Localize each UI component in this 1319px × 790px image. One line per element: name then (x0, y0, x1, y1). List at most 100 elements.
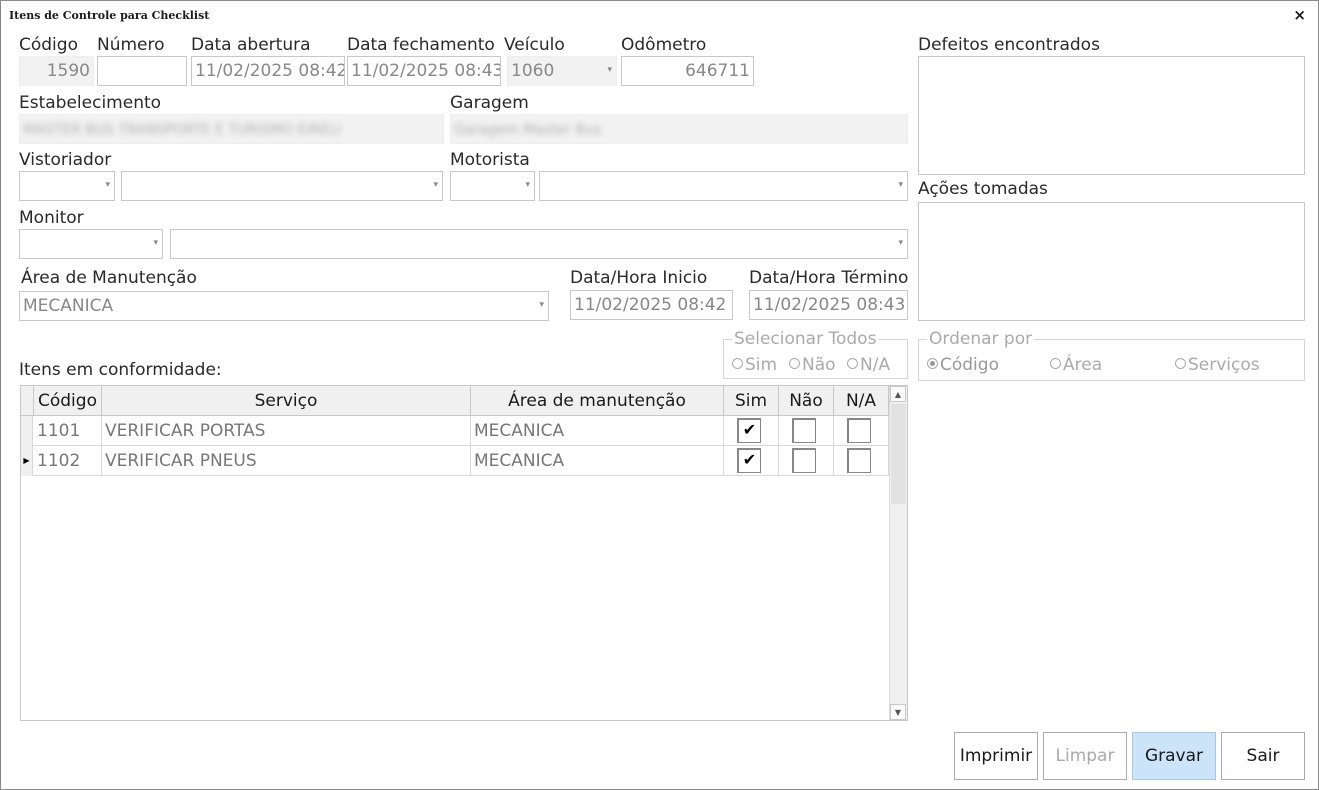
chevron-down-icon: ▾ (525, 180, 530, 190)
selecionar-todos-group: Selecionar Todos Sim Não N/A (723, 329, 908, 379)
chevron-down-icon: ▾ (539, 300, 544, 310)
scroll-thumb[interactable] (891, 404, 906, 504)
row-indicator (21, 416, 33, 446)
sim-checkbox[interactable]: ✔ (737, 418, 761, 443)
estabelecimento-label: Estabelecimento (19, 93, 162, 113)
grid-scrollbar[interactable]: ▲ ▼ (889, 386, 907, 720)
chevron-down-icon: ▾ (105, 180, 110, 190)
row-servico: VERIFICAR PORTAS (102, 416, 471, 446)
garagem-label: Garagem (450, 93, 529, 113)
header-servico[interactable]: Serviço (102, 386, 471, 416)
area-manutencao-label: Área de Manutenção (21, 268, 197, 288)
data-hora-inicio-label: Data/Hora Inicio (570, 268, 708, 288)
header-sim[interactable]: Sim (724, 386, 779, 416)
header-area[interactable]: Área de manutenção (471, 386, 724, 416)
ordenar-por-group: Ordenar por Código Área Serviços (918, 329, 1305, 381)
row-area: MECANICA (471, 446, 724, 476)
row-servico: VERIFICAR PNEUS (102, 446, 471, 476)
row-codigo: 1101 (34, 416, 102, 446)
chevron-down-icon: ▾ (898, 180, 903, 190)
data-hora-inicio-field[interactable]: 11/02/2025 08:42 (570, 290, 733, 320)
row-na-cell (834, 446, 889, 476)
chevron-down-icon: ▾ (153, 238, 158, 248)
radio-selected-icon (927, 358, 938, 369)
na-checkbox[interactable] (847, 448, 871, 473)
numero-label: Número (97, 35, 165, 55)
codigo-label: Código (19, 35, 78, 55)
header-codigo[interactable]: Código (34, 386, 102, 416)
monitor-label: Monitor (19, 208, 84, 228)
radio-icon (732, 358, 743, 369)
grid-header: Código Serviço Área de manutenção Sim Nã… (21, 386, 889, 416)
radio-icon (789, 358, 800, 369)
row-codigo: 1102 (34, 446, 102, 476)
checklist-window: Itens de Controle para Checklist × Códig… (0, 0, 1319, 790)
vistoriador-label: Vistoriador (19, 150, 112, 170)
veiculo-value: 1060 (511, 61, 555, 81)
motorista-code-select[interactable]: ▾ (450, 171, 535, 201)
selecionar-nao-radio[interactable]: Não (789, 355, 836, 375)
close-icon[interactable]: × (1293, 6, 1306, 24)
veiculo-select[interactable]: 1060 ▾ (507, 56, 617, 86)
garagem-value: Garagem Master Bus (454, 122, 602, 138)
selecionar-na-label: N/A (860, 355, 891, 375)
selecionar-sim-label: Sim (745, 355, 778, 375)
vistoriador-name-select[interactable]: ▾ (121, 171, 443, 201)
odometro-field: 646711 (621, 56, 754, 86)
sim-checkbox[interactable]: ✔ (737, 448, 761, 473)
data-abertura-label: Data abertura (191, 35, 311, 55)
area-manutencao-select[interactable]: MECANICA ▾ (19, 291, 549, 321)
row-sim-cell: ✔ (724, 446, 779, 476)
nao-checkbox[interactable] (792, 448, 816, 473)
scroll-down-icon[interactable]: ▼ (890, 704, 906, 720)
acoes-textarea[interactable] (918, 202, 1305, 321)
ordenar-area-label: Área (1063, 355, 1103, 375)
row-na-cell (834, 416, 889, 446)
gravar-button[interactable]: Gravar (1132, 732, 1216, 780)
header-indicator (21, 386, 34, 416)
data-fechamento-field: 11/02/2025 08:43 (347, 56, 501, 86)
data-hora-termino-field[interactable]: 11/02/2025 08:43 (749, 290, 908, 320)
estabelecimento-select[interactable]: MASTER BUS TRANSPORTE E TURISMO EIRELI (19, 114, 444, 144)
radio-icon (1050, 358, 1061, 369)
table-row[interactable]: ▶ 1102 VERIFICAR PNEUS MECANICA ✔ (21, 446, 889, 476)
monitor-name-select[interactable]: ▾ (170, 229, 908, 259)
sair-button[interactable]: Sair (1221, 732, 1305, 780)
chevron-down-icon: ▾ (607, 65, 612, 75)
limpar-button[interactable]: Limpar (1043, 732, 1127, 780)
scroll-up-icon[interactable]: ▲ (890, 386, 906, 402)
vistoriador-code-select[interactable]: ▾ (19, 171, 115, 201)
title-bar: Itens de Controle para Checklist × (1, 1, 1318, 31)
garagem-select[interactable]: Garagem Master Bus (450, 114, 908, 144)
ordenar-codigo-label: Código (940, 355, 999, 375)
selecionar-todos-title: Selecionar Todos (732, 329, 879, 349)
ordenar-servicos-label: Serviços (1188, 355, 1260, 375)
motorista-name-select[interactable]: ▾ (539, 171, 908, 201)
header-nao[interactable]: Não (779, 386, 834, 416)
data-fechamento-label: Data fechamento (347, 35, 495, 55)
imprimir-button[interactable]: Imprimir (954, 732, 1038, 780)
odometro-label: Odômetro (621, 35, 707, 55)
row-sim-cell: ✔ (724, 416, 779, 446)
window-title: Itens de Controle para Checklist (9, 9, 210, 22)
ordenar-area-radio[interactable]: Área (1050, 355, 1102, 375)
defeitos-textarea[interactable] (918, 56, 1305, 175)
header-na[interactable]: N/A (834, 386, 889, 416)
motorista-label: Motorista (450, 150, 530, 170)
radio-icon (847, 358, 858, 369)
estabelecimento-value: MASTER BUS TRANSPORTE E TURISMO EIRELI (23, 122, 341, 138)
na-checkbox[interactable] (847, 418, 871, 443)
codigo-field: 1590 (19, 56, 94, 86)
table-row[interactable]: 1101 VERIFICAR PORTAS MECANICA ✔ (21, 416, 889, 446)
veiculo-label: Veículo (504, 35, 565, 55)
ordenar-codigo-radio[interactable]: Código (927, 355, 999, 375)
monitor-code-select[interactable]: ▾ (19, 229, 163, 259)
nao-checkbox[interactable] (792, 418, 816, 443)
chevron-down-icon: ▾ (898, 238, 903, 248)
ordenar-servicos-radio[interactable]: Serviços (1175, 355, 1260, 375)
selecionar-sim-radio[interactable]: Sim (732, 355, 777, 375)
selecionar-nao-label: Não (802, 355, 836, 375)
selecionar-na-radio[interactable]: N/A (847, 355, 890, 375)
numero-field[interactable] (97, 56, 187, 86)
row-area: MECANICA (471, 416, 724, 446)
